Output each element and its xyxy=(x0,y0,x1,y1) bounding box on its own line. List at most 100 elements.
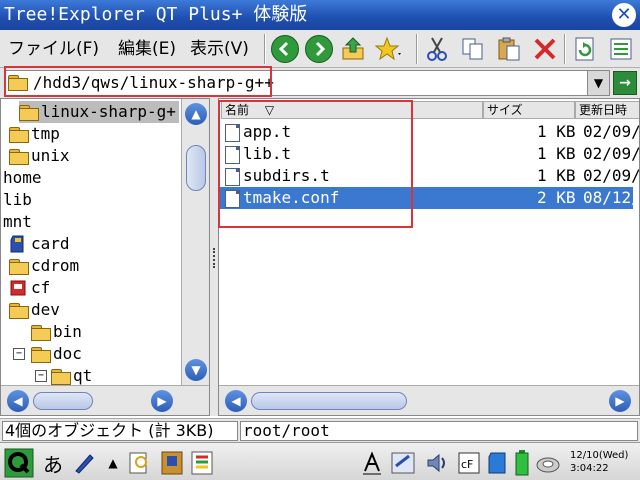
go-button[interactable]: → xyxy=(613,71,637,95)
volume-tray-icon[interactable] xyxy=(424,449,452,477)
forward-icon xyxy=(305,35,333,63)
tree-item-label: linux-sharp-g+ xyxy=(41,102,176,121)
refresh-icon xyxy=(575,37,594,61)
copy-button[interactable] xyxy=(458,34,488,64)
tree-item-label: unix xyxy=(31,146,70,165)
sd-tray-icon[interactable] xyxy=(486,449,510,477)
back-icon xyxy=(271,35,299,63)
cut-button[interactable] xyxy=(422,34,452,64)
bookmark-button[interactable] xyxy=(374,34,404,64)
folder-icon xyxy=(51,368,71,385)
folder-icon xyxy=(9,126,29,143)
file-size: 2 KB xyxy=(537,188,576,207)
cf-card-icon: cF xyxy=(458,452,480,474)
magnifier-icon xyxy=(129,452,147,474)
scroll-thumb[interactable] xyxy=(251,392,407,410)
network-tray-icon[interactable] xyxy=(534,449,562,477)
taskbar-app-list[interactable] xyxy=(188,449,216,477)
battery-tray-icon[interactable] xyxy=(512,449,532,477)
menu-toolbar: ファイル(F) 編集(E) 表示(V) xyxy=(0,30,640,68)
sd-card-icon xyxy=(488,452,506,474)
speaker-icon xyxy=(427,453,445,473)
scroll-thumb[interactable] xyxy=(33,392,93,410)
tree-item-label: mnt xyxy=(3,212,32,231)
window-title: Tree!Explorer QT Plus+ 体験版 xyxy=(4,4,308,25)
tree-horizontal-scrollbar[interactable]: ◀ ▶ xyxy=(1,385,209,415)
menu-view[interactable]: 表示(V) xyxy=(190,36,249,62)
tree-item-label: cdrom xyxy=(31,256,80,275)
tree-item[interactable]: cf xyxy=(9,277,50,299)
input-method-button[interactable]: あ xyxy=(40,449,66,477)
scroll-left-icon[interactable]: ◀ xyxy=(225,390,247,412)
menu-edit[interactable]: 編集(E) xyxy=(118,36,176,62)
disk-icon xyxy=(536,457,560,473)
tree-item[interactable]: linux-sharp-g+ xyxy=(19,101,179,123)
tree-item[interactable]: home xyxy=(3,167,42,189)
column-header-size[interactable]: サイズ xyxy=(483,101,575,119)
file-date: 02/09/2 xyxy=(583,144,640,163)
view-mode-button[interactable] xyxy=(606,34,636,64)
battery-icon xyxy=(515,450,529,476)
up-folder-icon xyxy=(342,37,364,60)
tree-item-label: home xyxy=(3,168,42,187)
scroll-right-icon[interactable]: ▶ xyxy=(609,390,631,412)
status-path: root/root xyxy=(240,421,638,441)
window-title-bar: Tree!Explorer QT Plus+ 体験版 xyxy=(0,0,640,30)
pen-input-button[interactable] xyxy=(70,449,98,477)
clock-date: 12/10(Wed) xyxy=(570,450,629,461)
scroll-right-icon[interactable]: ▶ xyxy=(151,390,173,412)
delete-icon xyxy=(534,38,556,60)
paste-button[interactable] xyxy=(494,34,524,64)
delete-button[interactable] xyxy=(530,34,560,64)
sd-card-icon xyxy=(10,235,24,253)
forward-button[interactable] xyxy=(304,34,334,64)
menu-file[interactable]: ファイル(F) xyxy=(8,36,99,62)
scroll-thumb[interactable] xyxy=(186,145,206,191)
taskbar-app-search[interactable] xyxy=(126,449,154,477)
toolbar-separator xyxy=(564,34,566,64)
pane-splitter[interactable] xyxy=(210,98,218,416)
tree-item-label: lib xyxy=(3,190,32,209)
chevron-up-icon[interactable]: ▲ xyxy=(102,449,124,477)
collapse-icon[interactable]: − xyxy=(35,370,47,382)
tree-item[interactable]: tmp xyxy=(9,123,60,145)
copy-icon xyxy=(462,38,483,60)
star-icon xyxy=(375,36,401,61)
clock[interactable]: 12/10(Wed) 3:04:22 xyxy=(570,449,640,475)
collapse-icon[interactable]: − xyxy=(13,348,25,360)
cut-icon xyxy=(427,37,447,61)
file-size: 1 KB xyxy=(537,166,576,185)
column-header-modified[interactable]: 更新日時 xyxy=(575,101,639,119)
scroll-left-icon[interactable]: ◀ xyxy=(7,390,29,412)
scroll-down-icon[interactable]: ▼ xyxy=(185,359,207,381)
file-date: 08/12/ xyxy=(583,188,640,207)
tree-item[interactable]: − qt xyxy=(35,365,92,387)
chevron-down-icon[interactable]: ▼ xyxy=(587,71,609,95)
tree-item[interactable]: bin xyxy=(31,321,82,343)
start-menu-button[interactable] xyxy=(2,448,36,478)
tree-item[interactable]: mnt xyxy=(3,211,32,233)
up-folder-button[interactable] xyxy=(338,34,368,64)
close-icon[interactable]: ✕ xyxy=(612,3,636,27)
refresh-button[interactable] xyxy=(570,34,600,64)
taskbar-app-book[interactable] xyxy=(158,449,186,477)
toolbar-separator xyxy=(264,34,266,64)
display-tray-icon[interactable] xyxy=(388,449,418,477)
paste-icon xyxy=(498,37,520,61)
tree-vertical-scrollbar[interactable]: ▲ ▼ xyxy=(181,99,209,385)
tree-item-label: cf xyxy=(31,278,51,297)
filelist-horizontal-scrollbar[interactable]: ◀ ▶ xyxy=(219,385,639,415)
tree-item[interactable]: cdrom xyxy=(9,255,79,277)
folder-icon xyxy=(19,104,39,121)
tree-item[interactable]: card xyxy=(9,233,70,255)
cf-tray-icon[interactable]: cF xyxy=(456,449,482,477)
back-button[interactable] xyxy=(270,34,300,64)
scroll-up-icon[interactable]: ▲ xyxy=(185,103,207,125)
folder-icon xyxy=(31,324,51,341)
file-date: 02/09/2 xyxy=(583,166,640,185)
text-input-tray-icon[interactable] xyxy=(360,449,384,477)
tree-item[interactable]: − doc xyxy=(13,343,82,365)
tree-item[interactable]: dev xyxy=(9,299,60,321)
tree-item[interactable]: lib xyxy=(3,189,32,211)
tree-item[interactable]: unix xyxy=(9,145,70,167)
